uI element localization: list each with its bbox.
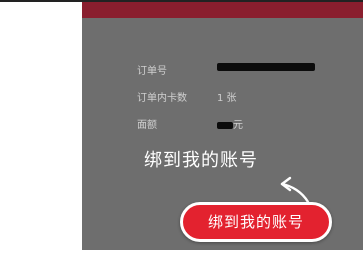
face-value-redacted	[217, 121, 233, 129]
face-value-label: 面额	[137, 120, 157, 131]
bind-hint-text: 绑到我的账号	[144, 150, 258, 171]
bind-to-account-button[interactable]: 绑到我的账号	[180, 202, 332, 242]
face-value-unit: 元	[233, 120, 243, 131]
order-no-value-redacted	[217, 62, 315, 73]
order-detail-panel: 订单号 订单内卡数 1 张 面额 元 绑到我的账号 绑到我的账号	[82, 18, 363, 250]
card-count-value: 1 张	[217, 93, 237, 104]
header-band	[82, 2, 363, 18]
card-count-label: 订单内卡数	[137, 93, 187, 104]
order-no-label: 订单号	[137, 66, 167, 77]
curved-arrow-icon	[280, 176, 310, 204]
face-value-amount: 元	[217, 116, 243, 131]
